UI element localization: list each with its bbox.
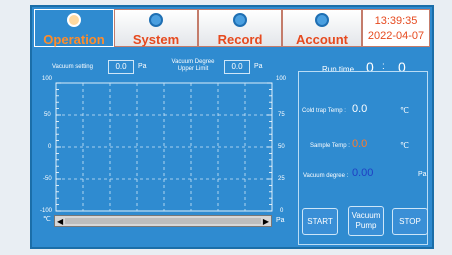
tab-label: System [132, 32, 180, 47]
cold-trap-value: 0.0 [352, 103, 368, 115]
tab-account[interactable]: Account [282, 9, 362, 47]
left-tick-0: 100 [42, 76, 53, 82]
vacuum-setting-label: Vacuum setting [52, 64, 93, 70]
vacuum-upper-label-line1: Vacuum Degree [171, 59, 215, 65]
left-tick-1: 50 [44, 112, 51, 118]
right-tick-3: 25 [278, 176, 285, 182]
gauge-icon [67, 13, 81, 27]
right-unit: Pa [276, 217, 285, 224]
vacuum-upper-input[interactable]: 0.0 [224, 60, 250, 74]
vacuum-degree-value: 0.00 [352, 167, 374, 179]
clock-date: 2022-04-07 [367, 30, 425, 42]
sample-temp-label: Sample Temp : [310, 143, 350, 149]
left-unit: ℃ [43, 216, 51, 223]
tab-label: Account [296, 32, 348, 47]
right-tick-0: 100 [276, 76, 287, 82]
left-tick-4: -100 [40, 208, 53, 214]
vacuum-pump-label-1: Vacuum [351, 211, 381, 220]
vacuum-upper-label: Vacuum Degree Upper Limit [165, 59, 221, 73]
tab-bar: Operation System Record Account 13:39:35… [34, 9, 430, 49]
hmi-window: Operation System Record Account 13:39:35… [30, 5, 434, 249]
clock-time: 13:39:35 [374, 15, 418, 27]
tab-record[interactable]: Record [198, 9, 282, 47]
vacuum-pump-button[interactable]: Vacuum Pump [348, 206, 384, 236]
user-icon [315, 13, 329, 27]
start-button[interactable]: START [302, 208, 338, 235]
vacuum-pump-label-2: Pump [355, 221, 377, 230]
tab-system[interactable]: System [114, 9, 198, 47]
sample-temp-value: 0.0 [352, 138, 368, 150]
cold-trap-unit: ℃ [400, 106, 409, 115]
vacuum-setting-unit: Pa [138, 63, 147, 70]
right-tick-1: 75 [278, 112, 285, 118]
right-tick-4: 0 [280, 208, 284, 214]
document-icon [233, 13, 247, 27]
vacuum-setting-input[interactable]: 0.0 [108, 60, 134, 74]
scroll-thumb[interactable] [65, 218, 261, 224]
sample-temp-unit: ℃ [400, 141, 409, 150]
tab-label: Record [217, 32, 263, 47]
trend-chart-svg [55, 82, 273, 212]
right-tick-2: 50 [278, 144, 285, 150]
left-tick-3: -50 [43, 176, 52, 182]
tab-operation[interactable]: Operation [34, 9, 114, 47]
start-button-label: START [307, 217, 333, 226]
vacuum-degree-unit: Pa [418, 171, 427, 178]
scroll-right-icon[interactable]: ▶ [263, 217, 269, 226]
vacuum-degree-label: Vacuum degree : [303, 173, 349, 179]
cold-trap-label: Cold trap Temp : [302, 108, 346, 114]
chart-scrollbar[interactable]: ◀ ▶ [54, 215, 272, 227]
clock: 13:39:35 2022-04-07 [362, 9, 430, 47]
trend-chart: 100 50 0 -50 -100 ℃ 100 75 50 25 0 Pa [40, 76, 288, 227]
scroll-left-icon[interactable]: ◀ [57, 217, 63, 226]
stop-button-label: STOP [399, 217, 421, 226]
vacuum-upper-label-line2: Upper Limit [177, 66, 209, 72]
gear-icon [149, 13, 163, 27]
stop-button[interactable]: STOP [392, 208, 428, 235]
vacuum-upper-unit: Pa [254, 63, 263, 70]
left-tick-2: 0 [48, 144, 52, 150]
tab-label: Operation [43, 32, 105, 47]
